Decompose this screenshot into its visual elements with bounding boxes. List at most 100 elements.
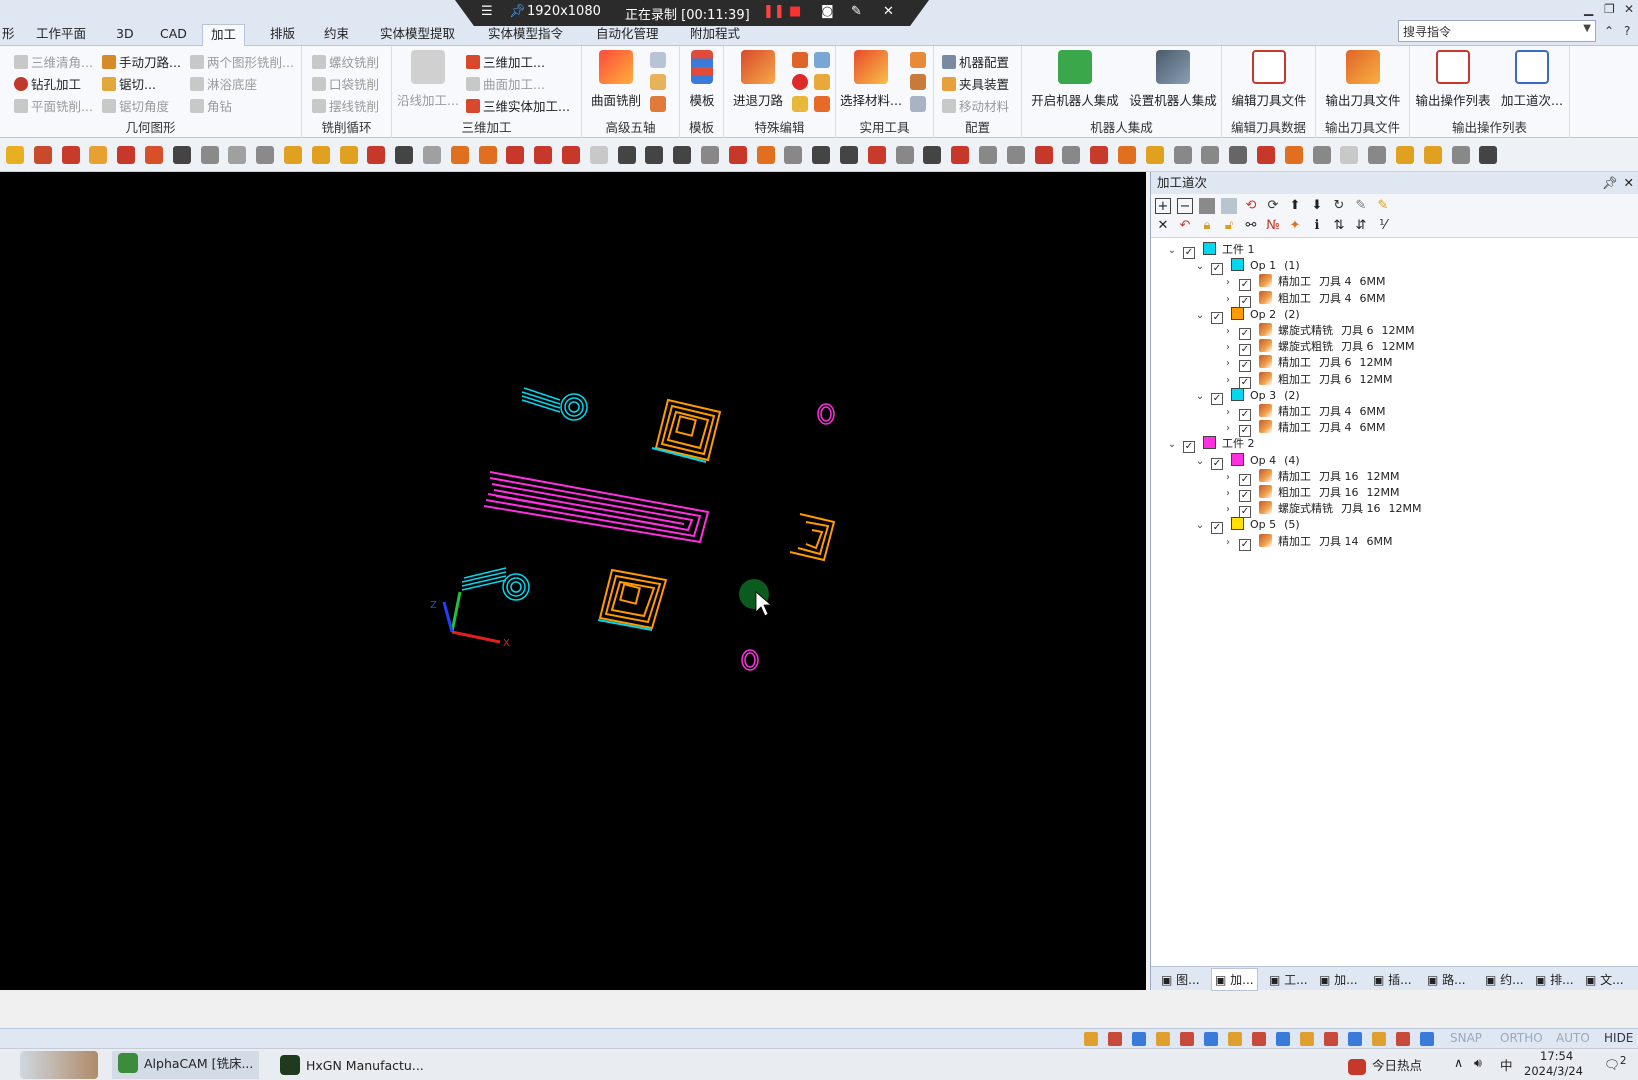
toolbar-tool-icon[interactable] (478, 146, 497, 164)
toolbar-tool-icon[interactable] (1312, 146, 1331, 164)
chevron-down-icon[interactable]: ⌄ (1165, 437, 1179, 453)
edit-tool-file-button[interactable]: 编辑刀具文件 (1224, 46, 1314, 109)
undo-icon[interactable]: ↶ (1177, 218, 1193, 234)
auto-toggle[interactable]: AUTO (1556, 1031, 1590, 1045)
chevron-right-icon[interactable]: › (1221, 292, 1235, 308)
renumber-2-icon[interactable]: ⟳ (1265, 198, 1281, 214)
bridge-icon[interactable] (814, 74, 830, 90)
view-mode-icon[interactable] (1324, 1032, 1338, 1046)
view-mode-icon[interactable] (1156, 1032, 1170, 1046)
visibility-checkbox[interactable]: ✓ (1239, 295, 1251, 308)
visibility-checkbox[interactable]: ✓ (1211, 311, 1223, 324)
panel-tab-5[interactable]: ▣ 插... (1373, 971, 1412, 988)
3d-viewport[interactable]: X Z (0, 172, 1146, 990)
tree-part-row[interactable]: ⌄ ✓ 工件 2 (1165, 436, 1263, 454)
tab-cad[interactable]: CAD (152, 24, 195, 46)
view-mode-icon[interactable] (1108, 1032, 1122, 1046)
start-point-icon[interactable] (792, 74, 808, 90)
setup-robot-integration-button[interactable]: 设置机器人集成 (1126, 46, 1220, 109)
tree-pass-row[interactable]: › ✓ 精加工 刀具 6 12MM (1221, 355, 1400, 373)
view-mode-icon[interactable] (1276, 1032, 1290, 1046)
chevron-right-icon[interactable]: › (1221, 502, 1235, 518)
toolbar-tool-icon[interactable] (1229, 146, 1248, 164)
toolbar-tool-icon[interactable] (33, 146, 52, 164)
tree-pass-row[interactable]: › ✓ 粗加工 刀具 16 12MM (1221, 485, 1407, 502)
tab-constraints[interactable]: 约束 (316, 24, 357, 46)
saw-cut-button[interactable]: 锯切... (102, 74, 156, 93)
layers-icon[interactable] (650, 96, 666, 112)
camera-icon[interactable]: ◙ (821, 4, 834, 19)
toolbar-tool-icon[interactable] (61, 146, 80, 164)
toolbar-tool-icon[interactable] (617, 146, 636, 164)
surface-machining-button[interactable]: 曲面加工... (466, 74, 545, 93)
visibility-checkbox[interactable]: ✓ (1211, 263, 1223, 276)
3d-corner-clean-button[interactable]: 三维清角... (14, 52, 93, 71)
tree-pass-row[interactable]: › ✓ 精加工 刀具 4 6MM (1221, 420, 1393, 438)
toolbar-tool-icon[interactable] (228, 146, 247, 164)
toolbar-tool-icon[interactable] (6, 146, 24, 164)
chevron-right-icon[interactable]: › (1221, 373, 1235, 389)
toolbar-tool-icon[interactable] (534, 146, 553, 164)
machining-pass-button[interactable]: 加工道次... (1496, 46, 1568, 109)
view-mode-icon[interactable] (1132, 1032, 1146, 1046)
move-up-icon[interactable]: ⬆ (1287, 198, 1303, 214)
menu-icon[interactable]: ☰ (481, 4, 493, 19)
snap-toggle[interactable]: SNAP (1450, 1031, 1482, 1045)
toolbar-tool-icon[interactable] (200, 146, 219, 164)
expand-all-icon[interactable]: + (1155, 198, 1171, 214)
lock-icon[interactable]: 🔒︎ (1199, 218, 1215, 234)
minimize-icon[interactable]: ▁ (1584, 2, 1593, 16)
tree-pass-row[interactable]: › ✓ 精加工 刀具 14 6MM (1221, 533, 1400, 551)
tab-addins[interactable]: 附加程式 (682, 24, 748, 46)
thread-mill-button[interactable]: 螺纹铣削 (312, 52, 379, 71)
chevron-right-icon[interactable]: › (1221, 421, 1235, 437)
hide-toggle[interactable]: HIDE (1604, 1031, 1633, 1045)
toolbar-tool-icon[interactable] (867, 146, 886, 164)
toolbar-tool-icon[interactable] (89, 146, 108, 164)
tree-pass-row[interactable]: › ✓ 精加工 刀具 4 6MM (1221, 404, 1393, 421)
binoculars-icon[interactable]: ⚯ (1243, 218, 1259, 234)
redo-icon[interactable]: ↻ (1331, 198, 1347, 214)
clipboard-icon[interactable] (1199, 198, 1215, 214)
sheet-icon[interactable] (910, 96, 926, 112)
visibility-checkbox[interactable]: ✓ (1239, 360, 1251, 373)
toolbar-tool-icon[interactable] (284, 146, 302, 164)
surface-mill-button[interactable]: 曲面铣削 (586, 46, 646, 109)
tree-op-row[interactable]: ⌄ ✓ Op 4 (4) (1193, 452, 1308, 470)
toolbar-tool-icon[interactable] (673, 146, 692, 164)
tree-op-row[interactable]: ⌄ ✓ Op 1 (1) (1193, 258, 1308, 276)
tree-op-row[interactable]: ⌄ ✓ Op 3 (2) (1193, 387, 1308, 405)
chevron-right-icon[interactable]: › (1221, 486, 1235, 502)
chevron-down-icon[interactable]: ⌄ (1193, 308, 1207, 324)
toolbar-tool-icon[interactable] (923, 146, 942, 164)
toolbar-tool-icon[interactable] (1118, 146, 1136, 164)
trochoidal-mill-button[interactable]: 摆线铣削 (312, 96, 379, 115)
move-icon[interactable] (792, 96, 808, 112)
reverse-icon[interactable] (814, 52, 830, 68)
visibility-checkbox[interactable]: ✓ (1239, 538, 1251, 551)
visibility-checkbox[interactable]: ✓ (1239, 506, 1251, 519)
chevron-down-icon[interactable]: ▼ (1583, 23, 1591, 34)
toolbar-tool-icon[interactable] (172, 146, 191, 164)
taskbar-app-alphacam[interactable]: AlphaCAM [铣床... (112, 1051, 260, 1079)
toolbar-tool-icon[interactable] (1451, 146, 1470, 164)
close-recording-icon[interactable]: ✕ (883, 4, 894, 19)
3d-solid-machining-button[interactable]: 三维实体加工... (466, 96, 570, 115)
tree-pass-row[interactable]: › ✓ 精加工 刀具 16 12MM (1221, 468, 1407, 486)
chevron-right-icon[interactable]: › (1221, 324, 1235, 340)
sparkle-icon[interactable]: ✦ (1287, 218, 1303, 234)
toolbar-tool-icon[interactable] (1173, 146, 1192, 164)
utility-tool-icon[interactable] (910, 52, 926, 68)
tab-workplane[interactable]: 工作平面 (28, 24, 94, 46)
panel-tab-9[interactable]: ▣ 文... (1585, 971, 1624, 988)
help-icon[interactable]: ? (1624, 24, 1630, 38)
lead-in-out-button[interactable]: 进退刀路 (728, 46, 788, 109)
chevron-down-icon[interactable]: ⌄ (1193, 454, 1207, 470)
tree-pass-row[interactable]: › ✓ 螺旋式粗铣 刀具 6 12MM (1221, 339, 1422, 357)
view-mode-icon[interactable] (1204, 1032, 1218, 1046)
tab-3d[interactable]: 3D (108, 24, 142, 46)
drilling-button[interactable]: 钻孔加工 (14, 74, 81, 93)
tab-solid-extract[interactable]: 实体模型提取 (372, 24, 463, 46)
chevron-down-icon[interactable]: ⌄ (1165, 243, 1179, 259)
number-order-icon[interactable]: ⅟ (1375, 218, 1391, 234)
